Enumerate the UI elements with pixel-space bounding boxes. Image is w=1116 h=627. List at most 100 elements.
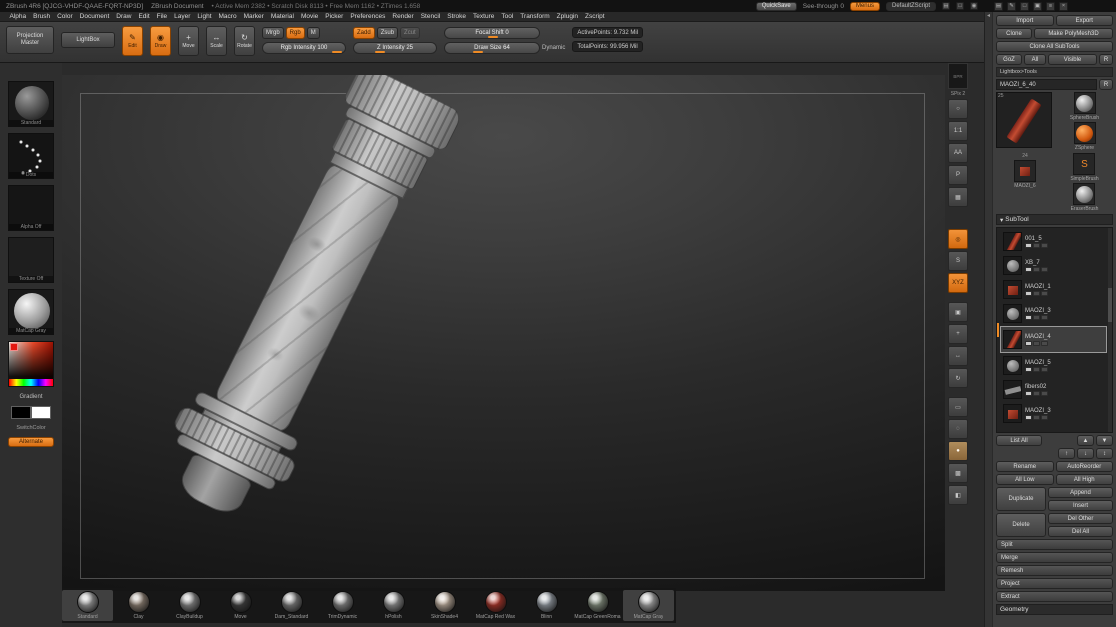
grid-icon[interactable]: ▤ xyxy=(942,2,950,10)
m-button[interactable]: M xyxy=(306,27,320,39)
doc-icon[interactable]: □ xyxy=(1020,1,1029,11)
subtool-thumbnail[interactable] xyxy=(1003,404,1022,423)
insert-button[interactable]: Insert xyxy=(1048,500,1113,511)
menu-icon[interactable]: ≡ xyxy=(1046,1,1055,11)
menu-item-render[interactable]: Render xyxy=(389,12,417,22)
goz-visible-button[interactable]: Visible xyxy=(1048,54,1097,65)
menu-item-brush[interactable]: Brush xyxy=(30,12,54,22)
menu-item-zplugin[interactable]: Zplugin xyxy=(553,12,581,22)
shader-icon[interactable] xyxy=(1041,366,1048,372)
alpha-selector[interactable]: Alpha Off xyxy=(8,185,54,231)
rgb-button[interactable]: Rgb xyxy=(285,27,305,39)
texture-selector[interactable]: Texture Off xyxy=(8,237,54,283)
menu-item-stroke[interactable]: Stroke xyxy=(444,12,470,22)
duplicate-button[interactable]: Duplicate xyxy=(996,487,1046,511)
switch-color-control[interactable] xyxy=(11,406,51,419)
polypaint-icon[interactable] xyxy=(1033,390,1040,396)
xyz-symmetry-button[interactable]: XYZ xyxy=(948,273,968,293)
visibility-eye-icon[interactable] xyxy=(1025,340,1032,346)
actual-size-button[interactable]: 1:1 xyxy=(948,121,968,141)
zsphere-tool[interactable] xyxy=(1073,122,1096,144)
rotate-3d-button[interactable]: ↻ xyxy=(948,368,968,388)
subtool-row[interactable]: MAOZI_3 xyxy=(1000,302,1107,325)
alternate-button[interactable]: Alternate xyxy=(8,437,54,447)
menu-item-transform[interactable]: Transform xyxy=(517,12,553,22)
zcut-button[interactable]: Zcut xyxy=(400,27,420,39)
polypaint-icon[interactable] xyxy=(1033,290,1040,296)
pen-icon[interactable]: ✎ xyxy=(1007,1,1016,11)
projection-master-button[interactable]: Projection Master xyxy=(6,26,54,54)
current-color-swatch[interactable] xyxy=(10,343,18,351)
menu-item-file[interactable]: File xyxy=(153,12,170,22)
subtool-thumbnail[interactable] xyxy=(1003,380,1022,399)
subtool-row[interactable]: fibers02 xyxy=(1000,378,1107,401)
draw-mode-button[interactable]: ◉ Draw xyxy=(150,26,171,56)
visibility-eye-icon[interactable] xyxy=(1025,290,1032,296)
menu-item-draw[interactable]: Draw xyxy=(113,12,135,22)
shader-icon[interactable] xyxy=(1041,242,1048,248)
palette-icon[interactable]: ▣ xyxy=(1033,1,1042,11)
tray-divider[interactable]: ◂ xyxy=(984,12,992,627)
goz-all-button[interactable]: All xyxy=(1024,54,1046,65)
hue-strip[interactable] xyxy=(9,379,53,386)
tray-item[interactable]: SkinShade4 xyxy=(419,590,470,621)
edit-mode-button[interactable]: ✎ Edit xyxy=(122,26,143,56)
sculpt-canvas[interactable] xyxy=(62,75,945,591)
menu-item-movie[interactable]: Movie xyxy=(297,12,321,22)
subtool-thumbnail[interactable] xyxy=(1003,304,1022,323)
del-other-button[interactable]: Del Other xyxy=(1048,513,1113,524)
polypaint-icon[interactable] xyxy=(1033,242,1040,248)
merge-section[interactable]: Merge xyxy=(996,552,1113,563)
menu-item-document[interactable]: Document xyxy=(76,12,113,22)
rgb-intensity-slider[interactable]: Rgb Intensity 100 xyxy=(262,42,346,54)
polypaint-icon[interactable] xyxy=(1033,366,1040,372)
move-down-button[interactable]: ↓ xyxy=(1077,448,1094,459)
aa-half-button[interactable]: AA xyxy=(948,143,968,163)
transparency-button[interactable]: ▭ xyxy=(948,397,968,417)
mrgb-button[interactable]: Mrgb xyxy=(262,27,284,39)
menu-item-light[interactable]: Light xyxy=(194,12,215,22)
menu-item-alpha[interactable]: Alpha xyxy=(6,12,30,22)
subtool-thumbnail[interactable] xyxy=(1003,232,1022,251)
solo-button[interactable]: ● xyxy=(948,441,968,461)
subtool-section-header[interactable]: ▾ SubTool xyxy=(996,214,1113,225)
subtool-row-selected[interactable]: MAOZI_4 xyxy=(1000,326,1107,353)
focal-shift-slider[interactable]: Focal Shift 0 xyxy=(444,27,540,39)
shader-icon[interactable] xyxy=(1041,390,1048,396)
menu-item-color[interactable]: Color xyxy=(54,12,77,22)
current-tool-thumbnail[interactable]: 25 xyxy=(996,92,1052,148)
rename-button[interactable]: Rename xyxy=(996,461,1054,472)
clone-all-subtools-button[interactable]: Clone All SubTools xyxy=(996,41,1113,52)
color-picker[interactable] xyxy=(8,341,54,387)
make-polymesh3d-button[interactable]: Make PolyMesh3D xyxy=(1034,28,1113,39)
del-all-button[interactable]: Del All xyxy=(1048,526,1113,537)
append-button[interactable]: Append xyxy=(1048,487,1113,498)
ghost-button[interactable]: ◌ xyxy=(948,419,968,439)
doc-icon[interactable]: □ xyxy=(956,2,964,10)
autoreorder-button[interactable]: AutoReorder xyxy=(1055,461,1113,472)
info-icon[interactable]: ◉ xyxy=(970,2,978,10)
visibility-eye-icon[interactable] xyxy=(1025,314,1032,320)
subtool-scrollbar[interactable] xyxy=(1108,228,1112,432)
tray-item[interactable]: ClayBuildup xyxy=(164,590,215,621)
floor-grid-button[interactable]: ▦ xyxy=(948,187,968,207)
brush-selector[interactable]: Standard xyxy=(8,81,54,127)
shader-icon[interactable] xyxy=(1041,340,1048,346)
swap-button[interactable]: ↕ xyxy=(1096,448,1113,459)
menu-item-macro[interactable]: Macro xyxy=(215,12,240,22)
tray-item[interactable]: TrimDynamic xyxy=(317,590,368,621)
move-3d-button[interactable]: + xyxy=(948,324,968,344)
sphere-brush-tool[interactable] xyxy=(1073,92,1096,114)
close-icon[interactable]: × xyxy=(1059,1,1068,11)
tray-item[interactable]: Dam_Standard xyxy=(266,590,317,621)
tool-r-button[interactable]: R xyxy=(1099,79,1113,90)
menu-item-edit[interactable]: Edit xyxy=(135,12,153,22)
tray-item[interactable]: MatCap GreenRoma xyxy=(572,590,623,621)
menu-item-layer[interactable]: Layer xyxy=(171,12,194,22)
z-intensity-slider[interactable]: Z Intensity 25 xyxy=(353,42,437,54)
polypaint-icon[interactable] xyxy=(1033,340,1040,346)
visibility-eye-icon[interactable] xyxy=(1025,266,1032,272)
move-mode-button[interactable]: + Move xyxy=(178,26,199,56)
menu-item-preferences[interactable]: Preferences xyxy=(347,12,389,22)
frame-button[interactable]: ▣ xyxy=(948,302,968,322)
